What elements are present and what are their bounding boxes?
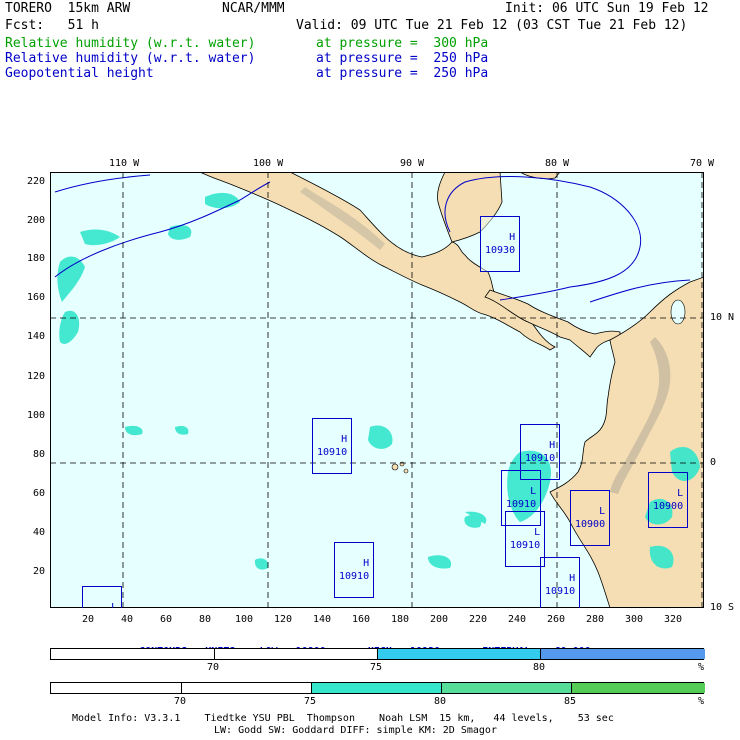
center-label: H 10910 bbox=[312, 418, 353, 474]
center-label: H 10910 bbox=[334, 542, 375, 598]
valid-time: Valid: 09 UTC Tue 21 Feb 12 (03 CST Tue … bbox=[296, 18, 688, 33]
field-2-name: Relative humidity (w.r.t. water) bbox=[5, 51, 256, 66]
y-tick-60: 60 bbox=[33, 488, 46, 499]
x-tick-240: 240 bbox=[508, 614, 527, 625]
field-2-level: at pressure = 250 hPa bbox=[316, 51, 489, 66]
field-1-level: at pressure = 300 hPa bbox=[316, 36, 489, 51]
colorbar-300-tick-70: 70 bbox=[174, 696, 187, 707]
x-tick-20: 20 bbox=[82, 614, 95, 625]
center-label: L10900 bbox=[570, 490, 611, 546]
lake-maracaibo bbox=[670, 299, 686, 325]
model-title: TORERO 15km ARW bbox=[5, 1, 131, 16]
forecast-hour: Fcst: 51 h bbox=[5, 18, 99, 33]
x-tick-280: 280 bbox=[586, 614, 605, 625]
colorbar-250-unit: % bbox=[698, 662, 705, 673]
y-tick-100: 100 bbox=[27, 410, 46, 421]
colorbar-300-tick-75: 75 bbox=[304, 696, 317, 707]
colorbar-300-seg-green bbox=[571, 683, 705, 693]
lon-label-70w: 70 W bbox=[690, 158, 715, 169]
y-tick-120: 120 bbox=[27, 371, 46, 382]
colorbar-250-tick-80: 80 bbox=[533, 662, 546, 673]
colorbar-300-tick-85: 85 bbox=[564, 696, 577, 707]
x-tick-180: 180 bbox=[391, 614, 410, 625]
lat-label-0: 0 bbox=[710, 457, 717, 468]
colorbar-250-tick-70: 70 bbox=[207, 662, 220, 673]
y-tick-220: 220 bbox=[27, 176, 46, 187]
y-tick-140: 140 bbox=[27, 331, 46, 342]
colorbar-250-seg-cyan bbox=[377, 649, 540, 659]
colorbar-300hpa bbox=[50, 682, 705, 694]
colorbar-250hpa bbox=[50, 648, 705, 660]
y-tick-180: 180 bbox=[27, 253, 46, 264]
x-tick-220: 220 bbox=[469, 614, 488, 625]
center-label: L10900 bbox=[82, 586, 123, 608]
colorbar-300-unit: % bbox=[698, 696, 705, 707]
colorbar-300-seg-teal bbox=[311, 683, 441, 693]
init-time: Init: 06 UTC Sun 19 Feb 12 bbox=[505, 1, 709, 16]
x-tick-140: 140 bbox=[313, 614, 332, 625]
x-tick-120: 120 bbox=[274, 614, 293, 625]
model-info-line2: LW: Godd SW: Goddard DIFF: simple KM: 2D… bbox=[214, 725, 497, 736]
x-tick-40: 40 bbox=[121, 614, 134, 625]
colorbar-300-seg-lightgreen bbox=[441, 683, 571, 693]
x-tick-80: 80 bbox=[199, 614, 212, 625]
center-label: H 10910 bbox=[540, 557, 581, 608]
lon-label-90w: 90 W bbox=[400, 158, 425, 169]
island-galapagos-1 bbox=[391, 463, 399, 471]
y-tick-160: 160 bbox=[27, 292, 46, 303]
x-tick-260: 260 bbox=[547, 614, 566, 625]
colorbar-250-tick-75: 75 bbox=[370, 662, 383, 673]
field-3-name: Geopotential height bbox=[5, 66, 154, 81]
x-tick-320: 320 bbox=[664, 614, 683, 625]
x-tick-60: 60 bbox=[160, 614, 173, 625]
center-label: L10900 bbox=[648, 472, 689, 528]
lon-label-110w: 110 W bbox=[109, 158, 140, 169]
y-tick-80: 80 bbox=[33, 449, 46, 460]
lon-label-100w: 100 W bbox=[253, 158, 284, 169]
lon-label-80w: 80 W bbox=[545, 158, 570, 169]
y-tick-20: 20 bbox=[33, 566, 46, 577]
colorbar-250-seg-blue bbox=[540, 649, 705, 659]
model-info-line1: Model Info: V3.3.1 Tiedtke YSU PBL Thomp… bbox=[72, 713, 614, 724]
x-tick-300: 300 bbox=[625, 614, 644, 625]
field-1-name: Relative humidity (w.r.t. water) bbox=[5, 36, 256, 51]
lat-label-10s: 10 S bbox=[710, 602, 735, 613]
organization-label: NCAR/MMM bbox=[222, 1, 285, 16]
x-tick-160: 160 bbox=[352, 614, 371, 625]
colorbar-300-tick-80: 80 bbox=[434, 696, 447, 707]
island-galapagos-3 bbox=[403, 468, 409, 474]
x-tick-100: 100 bbox=[235, 614, 254, 625]
weather-map: H 10930 H 10910 H 10910 H 10910 L 10910 L 1091… bbox=[50, 172, 704, 608]
y-tick-200: 200 bbox=[27, 215, 46, 226]
y-tick-40: 40 bbox=[33, 527, 46, 538]
field-3-level: at pressure = 250 hPa bbox=[316, 66, 489, 81]
center-label: H 10930 bbox=[480, 216, 521, 272]
x-tick-200: 200 bbox=[430, 614, 449, 625]
lat-label-10n: 10 N bbox=[710, 312, 735, 323]
